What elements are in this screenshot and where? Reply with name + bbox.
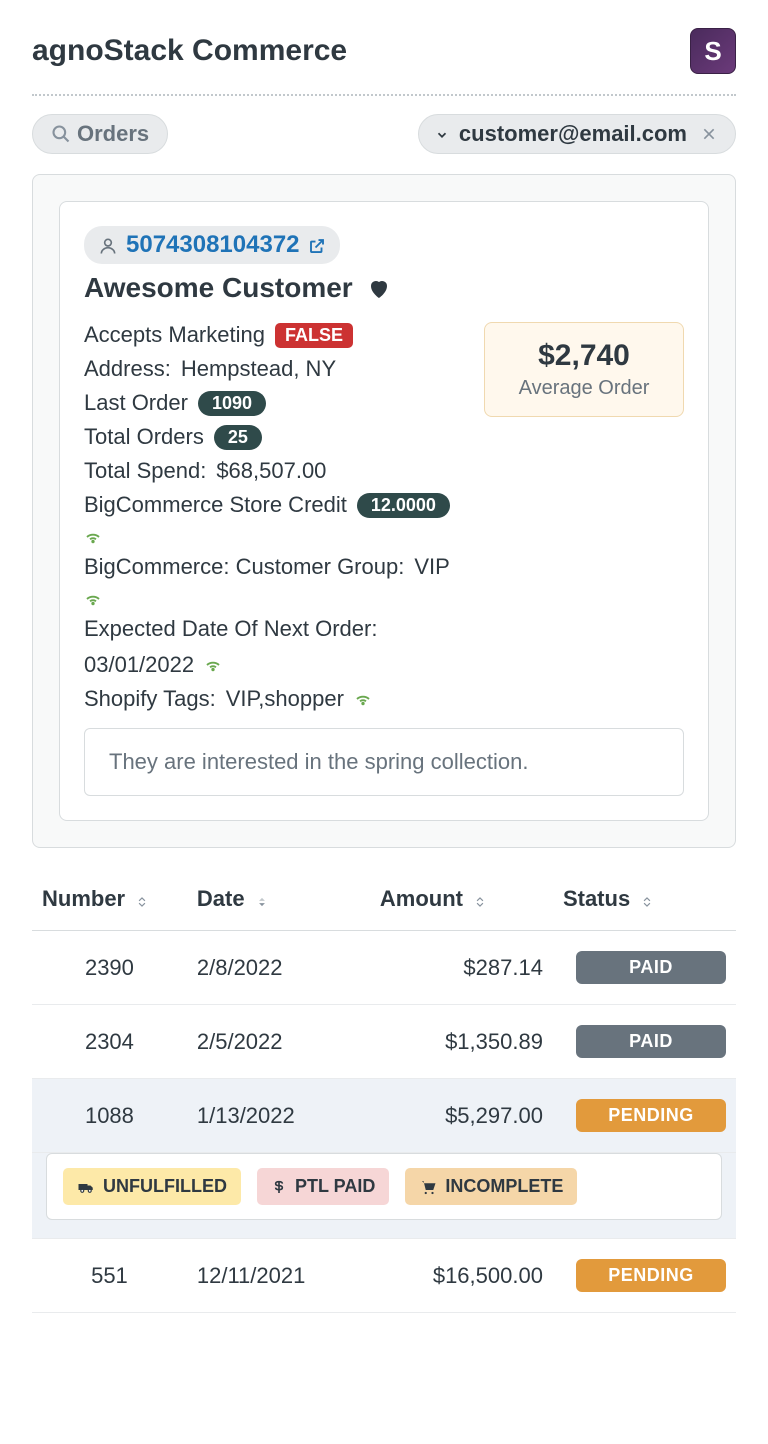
order-status-cell: PAID xyxy=(553,1005,736,1079)
sort-icon xyxy=(135,893,149,909)
order-tag: PTL PAID xyxy=(257,1168,389,1205)
customer-info-list: Accepts Marketing FALSE Address: Hempste… xyxy=(84,322,460,712)
column-status[interactable]: Status xyxy=(553,872,736,931)
toolbar: Orders customer@email.com xyxy=(32,114,736,154)
shopify-tags-label: Shopify Tags: xyxy=(84,686,216,712)
address-value: Hempstead, NY xyxy=(181,356,336,382)
average-order-value: $2,740 xyxy=(511,339,657,373)
marketing-badge: FALSE xyxy=(275,323,353,348)
customer-name: Awesome Customer xyxy=(84,272,353,304)
store-credit-label: BigCommerce Store Credit xyxy=(84,492,347,518)
order-date: 2/5/2022 xyxy=(187,1005,370,1079)
order-tag: INCOMPLETE xyxy=(405,1168,577,1205)
table-row[interactable]: 551 12/11/2021 $16,500.00 PENDING xyxy=(32,1239,736,1313)
total-spend-label: Total Spend: xyxy=(84,458,206,484)
expanded-tags: UNFULFILLED PTL PAID INCOMPLETE xyxy=(46,1153,722,1220)
last-order-label: Last Order xyxy=(84,390,188,416)
order-status-cell: PENDING xyxy=(553,1239,736,1313)
tag-label: INCOMPLETE xyxy=(445,1176,563,1197)
order-status-cell: PAID xyxy=(553,931,736,1005)
status-badge: PENDING xyxy=(576,1259,726,1292)
customer-id-row: 5074308104372 xyxy=(84,226,684,264)
total-spend-value: $68,507.00 xyxy=(216,458,326,484)
order-status-cell: PENDING xyxy=(553,1079,736,1153)
order-amount: $5,297.00 xyxy=(370,1079,553,1153)
last-order-badge: 1090 xyxy=(198,391,266,416)
table-row[interactable]: 2390 2/8/2022 $287.14 PAID xyxy=(32,931,736,1005)
sort-icon xyxy=(473,893,487,909)
total-orders-label: Total Orders xyxy=(84,424,204,450)
sort-icon xyxy=(255,893,269,909)
customer-name-row: Awesome Customer xyxy=(84,272,684,304)
customer-note: They are interested in the spring collec… xyxy=(84,728,684,796)
order-date: 1/13/2022 xyxy=(187,1079,370,1153)
truck-icon xyxy=(77,1178,95,1196)
total-orders-badge: 25 xyxy=(214,425,262,450)
heart-icon[interactable] xyxy=(367,274,391,302)
customer-email-chip[interactable]: customer@email.com xyxy=(418,114,736,154)
average-order-label: Average Order xyxy=(511,377,657,400)
column-amount[interactable]: Amount xyxy=(370,872,553,931)
order-number: 1088 xyxy=(32,1079,187,1153)
wifi-icon xyxy=(204,656,222,674)
order-number: 2390 xyxy=(32,931,187,1005)
marketing-label: Accepts Marketing xyxy=(84,322,265,348)
expanded-row: UNFULFILLED PTL PAID INCOMPLETE xyxy=(32,1153,736,1239)
column-number[interactable]: Number xyxy=(32,872,187,931)
status-badge: PENDING xyxy=(576,1099,726,1132)
shopify-tags-value: VIP,shopper xyxy=(226,686,344,712)
table-row[interactable]: 1088 1/13/2022 $5,297.00 PENDING xyxy=(32,1079,736,1153)
status-badge: PAID xyxy=(576,951,726,984)
orders-back-label: Orders xyxy=(77,121,149,147)
orders-back-button[interactable]: Orders xyxy=(32,114,168,154)
order-amount: $1,350.89 xyxy=(370,1005,553,1079)
cart-icon xyxy=(419,1178,437,1196)
order-tag: UNFULFILLED xyxy=(63,1168,241,1205)
address-label: Address: xyxy=(84,356,171,382)
order-amount: $287.14 xyxy=(370,931,553,1005)
dollar-icon xyxy=(271,1178,287,1196)
external-link-icon xyxy=(308,235,326,256)
person-icon xyxy=(98,231,118,259)
next-order-value: 03/01/2022 xyxy=(84,652,194,678)
customer-id-text: 5074308104372 xyxy=(126,231,300,259)
orders-table: Number Date Amount xyxy=(32,872,736,1313)
customer-panel-outer: 5074308104372 Awesome Customer Accepts M… xyxy=(32,174,736,848)
tag-label: UNFULFILLED xyxy=(103,1176,227,1197)
order-number: 2304 xyxy=(32,1005,187,1079)
wifi-icon xyxy=(84,590,102,608)
tag-label: PTL PAID xyxy=(295,1176,375,1197)
average-order-box: $2,740 Average Order xyxy=(484,322,684,417)
wifi-icon xyxy=(354,690,372,708)
store-credit-badge: 12.0000 xyxy=(357,493,450,518)
chevron-down-icon xyxy=(435,126,449,142)
close-icon[interactable] xyxy=(697,122,721,146)
table-row[interactable]: 2304 2/5/2022 $1,350.89 PAID xyxy=(32,1005,736,1079)
order-date: 12/11/2021 xyxy=(187,1239,370,1313)
customer-id-pill[interactable]: 5074308104372 xyxy=(84,226,340,264)
status-badge: PAID xyxy=(576,1025,726,1058)
order-number: 551 xyxy=(32,1239,187,1313)
order-amount: $16,500.00 xyxy=(370,1239,553,1313)
wifi-icon xyxy=(84,528,102,546)
app-header: agnoStack Commerce S xyxy=(32,28,736,96)
customer-panel: 5074308104372 Awesome Customer Accepts M… xyxy=(59,201,709,821)
customer-email-text: customer@email.com xyxy=(459,121,687,147)
customer-group-value: VIP xyxy=(414,554,449,580)
search-icon xyxy=(51,124,71,144)
app-logo-icon: S xyxy=(690,28,736,74)
order-date: 2/8/2022 xyxy=(187,931,370,1005)
sort-icon xyxy=(640,893,654,909)
app-title: agnoStack Commerce xyxy=(32,34,347,68)
customer-group-label: BigCommerce: Customer Group: xyxy=(84,554,404,580)
next-order-label: Expected Date Of Next Order: xyxy=(84,616,377,642)
column-date[interactable]: Date xyxy=(187,872,370,931)
